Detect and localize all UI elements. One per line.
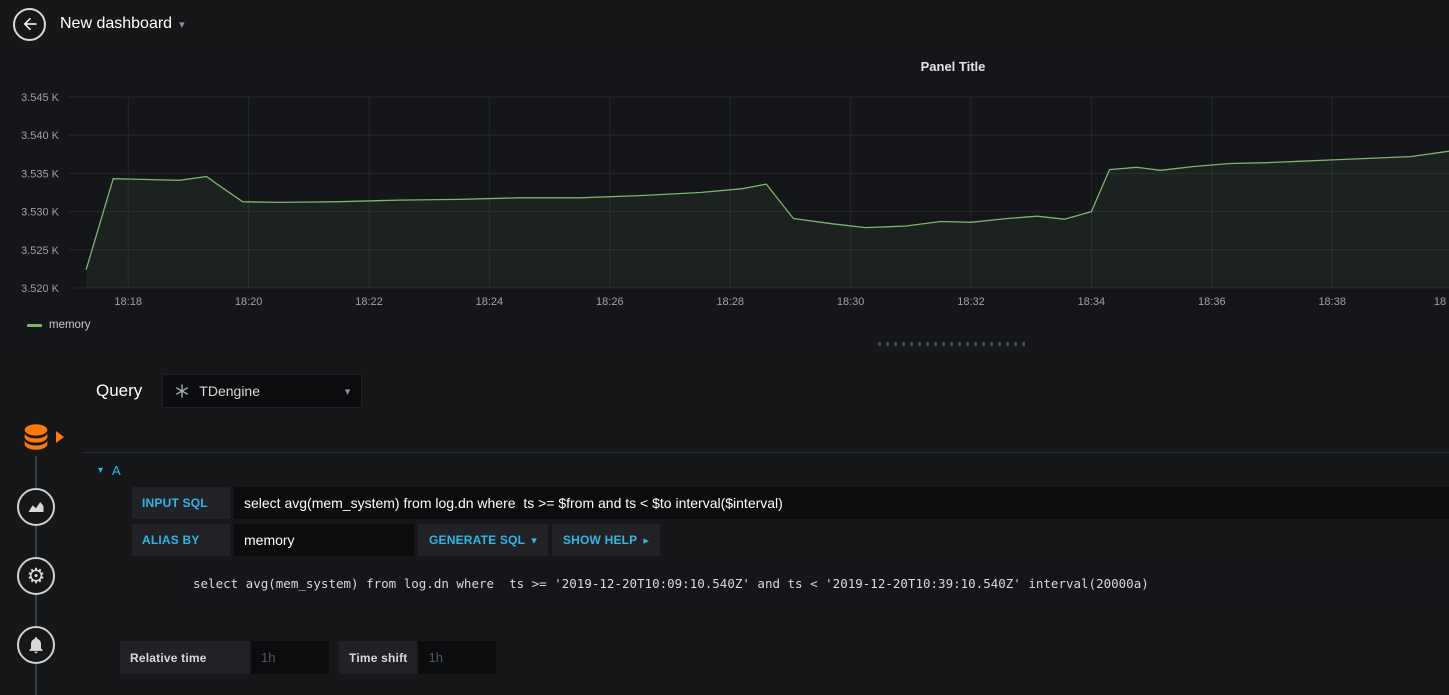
generate-sql-button[interactable]: GENERATE SQL ▾ xyxy=(418,524,548,556)
svg-text:3.530 K: 3.530 K xyxy=(21,207,60,219)
query-ref-toggle[interactable]: ▾ A xyxy=(83,453,1449,487)
query-form-rows: INPUT SQL ALIAS BY GENERATE SQL ▾ SHOW H… xyxy=(132,487,1449,599)
query-header: Query TDengine ▾ xyxy=(83,348,1449,408)
alias-by-field[interactable] xyxy=(234,524,414,556)
tab-alert[interactable] xyxy=(17,626,55,664)
arrow-left-icon xyxy=(23,18,37,30)
tdengine-logo-icon xyxy=(176,384,189,398)
svg-text:3.540 K: 3.540 K xyxy=(21,130,60,142)
svg-text:18:24: 18:24 xyxy=(476,296,504,308)
svg-text:18:30: 18:30 xyxy=(837,296,865,308)
time-shift-label: Time shift xyxy=(339,641,418,674)
relative-time-field[interactable] xyxy=(251,641,329,674)
top-bar: New dashboard ▾ xyxy=(0,0,1449,48)
active-tab-arrow-icon xyxy=(56,431,64,443)
panel-editor: ⚙ Query TDengine ▾ ▾ A INPUT SQL select … xyxy=(0,348,1449,695)
time-series-chart[interactable]: 3.520 K 3.525 K 3.530 K 3.535 K 3.540 K 3.545… xyxy=(0,85,1449,310)
svg-text:18:20: 18:20 xyxy=(235,296,263,308)
alias-by-row: ALIAS BY GENERATE SQL ▾ SHOW HELP ▸ xyxy=(132,524,1449,556)
time-shift-field[interactable] xyxy=(418,641,497,674)
svg-text:18:36: 18:36 xyxy=(1198,296,1226,308)
show-help-button[interactable]: SHOW HELP ▸ xyxy=(551,524,661,556)
svg-text:18:28: 18:28 xyxy=(716,296,744,308)
legend-item[interactable]: memory xyxy=(27,319,91,331)
chevron-right-icon: ▸ xyxy=(643,533,650,547)
svg-text:18:38: 18:38 xyxy=(1318,296,1346,308)
chevron-down-icon: ▾ xyxy=(344,384,351,398)
svg-text:18:22: 18:22 xyxy=(355,296,383,308)
chart-icon xyxy=(28,502,44,512)
editor-tab-bar: ⚙ xyxy=(0,348,83,695)
legend-color-swatch xyxy=(27,323,42,327)
legend-label: memory xyxy=(49,319,91,331)
gear-icon: ⚙ xyxy=(26,563,46,588)
chart-area: 3.520 K 3.525 K 3.530 K 3.535 K 3.540 K 3.545… xyxy=(0,85,1449,310)
svg-text:3.520 K: 3.520 K xyxy=(21,283,60,295)
svg-text:3.545 K: 3.545 K xyxy=(21,92,60,104)
query-section-title: Query xyxy=(96,381,143,400)
tab-queries[interactable] xyxy=(17,418,55,456)
query-editor: Query TDengine ▾ ▾ A INPUT SQL select av… xyxy=(83,348,1449,695)
dashboard-title-dropdown[interactable]: New dashboard ▾ xyxy=(60,15,185,33)
generated-sql-preview: select avg(mem_system) from log.dn where… xyxy=(181,568,1449,599)
time-options-row: Relative time Time shift xyxy=(120,641,497,674)
tab-general[interactable]: ⚙ xyxy=(17,557,55,595)
panel-title[interactable]: Panel Title xyxy=(921,59,986,74)
query-block: ▾ A INPUT SQL ALIAS BY GENERATE SQL ▾ xyxy=(83,452,1449,599)
panel-resize-handle[interactable] xyxy=(878,342,1028,346)
svg-text:18:26: 18:26 xyxy=(596,296,624,308)
bell-icon xyxy=(29,637,43,654)
svg-text:18: 18 xyxy=(1434,296,1446,308)
input-sql-row: INPUT SQL xyxy=(132,487,1449,519)
input-sql-label: INPUT SQL xyxy=(132,487,230,519)
alias-by-label: ALIAS BY xyxy=(132,524,230,556)
input-sql-field[interactable] xyxy=(234,487,1449,519)
relative-time-label: Relative time xyxy=(120,641,250,674)
datasource-name: TDengine xyxy=(199,383,260,399)
graph-panel: Panel Title 3.520 K 3.525 K 3.530 K 3.535 K… xyxy=(0,48,1449,347)
tab-visualization[interactable] xyxy=(17,488,55,526)
database-icon xyxy=(24,424,48,450)
chevron-down-icon: ▾ xyxy=(98,464,104,476)
datasource-picker[interactable]: TDengine ▾ xyxy=(162,374,363,408)
svg-text:18:34: 18:34 xyxy=(1078,296,1106,308)
dashboard-title: New dashboard xyxy=(60,15,173,32)
back-button[interactable] xyxy=(13,7,46,41)
svg-text:3.525 K: 3.525 K xyxy=(21,245,60,257)
generate-sql-label: GENERATE SQL xyxy=(429,533,526,547)
svg-text:18:18: 18:18 xyxy=(114,296,142,308)
query-ref-letter: A xyxy=(112,462,121,478)
svg-text:18:32: 18:32 xyxy=(957,296,985,308)
chevron-down-icon: ▾ xyxy=(179,17,185,31)
chevron-down-icon: ▾ xyxy=(531,533,537,547)
svg-text:3.535 K: 3.535 K xyxy=(21,168,60,180)
show-help-label: SHOW HELP xyxy=(562,533,638,547)
